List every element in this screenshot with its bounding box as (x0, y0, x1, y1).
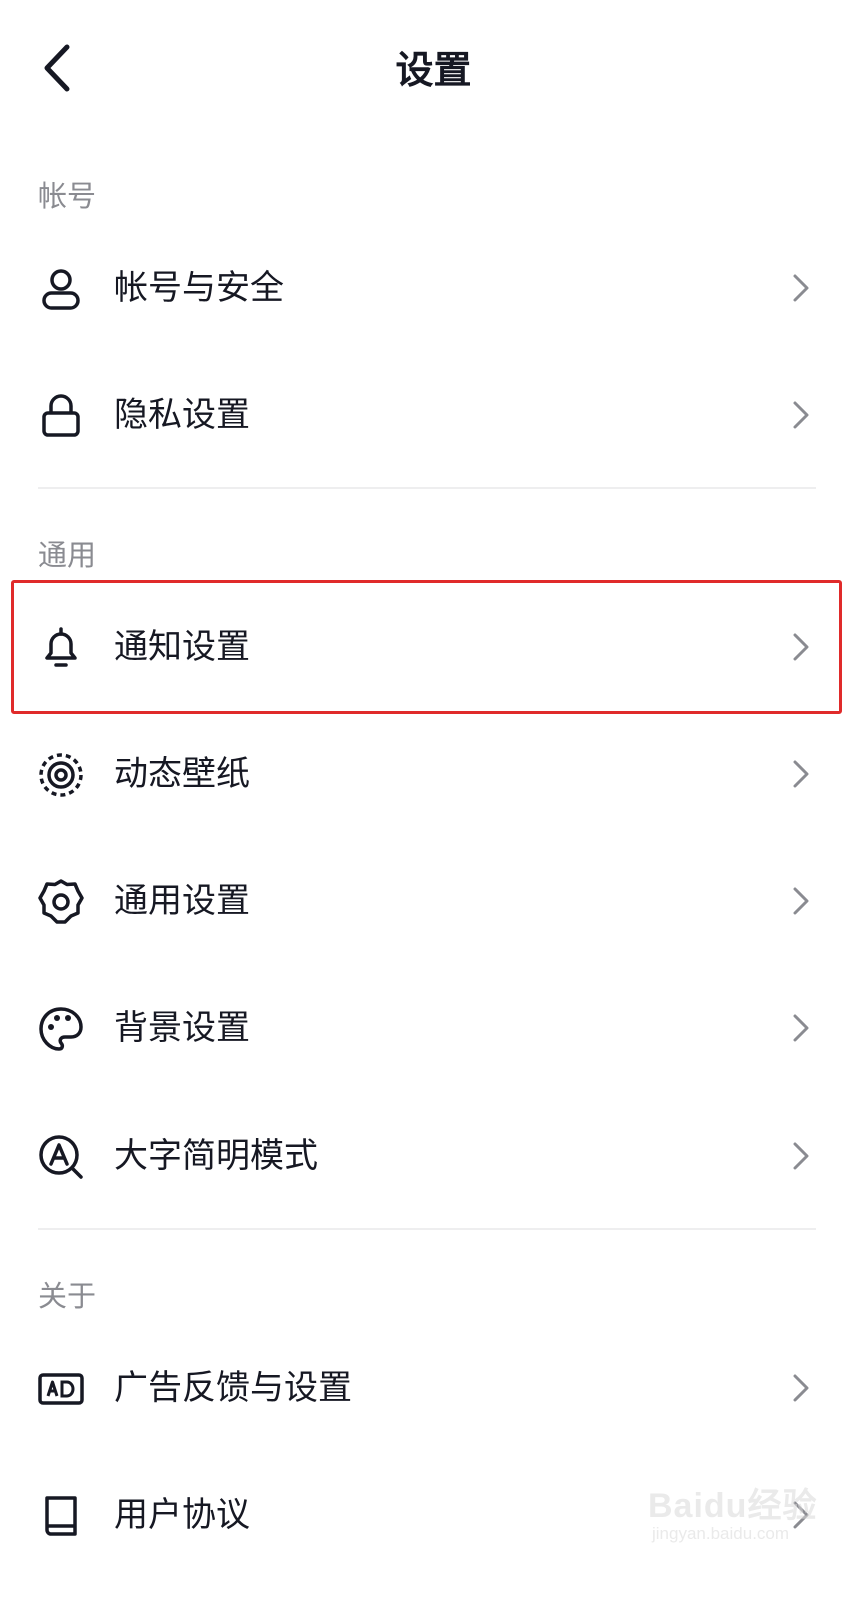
gear-icon (36, 877, 86, 927)
settings-item-account-security[interactable]: 帐号与安全 (0, 224, 867, 352)
large-font-icon (36, 1132, 86, 1182)
settings-item-large-font-mode[interactable]: 大字简明模式 (0, 1092, 867, 1220)
settings-item-label: 隐私设置 (114, 395, 250, 435)
watermark: Baidu经验 jingyan.baidu.com (648, 1478, 848, 1558)
chevron-right-icon (785, 272, 817, 304)
section-label-about: 关于 (38, 1279, 97, 1313)
book-icon (36, 1491, 86, 1541)
chevron-right-icon (785, 885, 817, 917)
chevron-right-icon (785, 758, 817, 790)
chevron-right-icon (785, 1140, 817, 1172)
chevron-right-icon (785, 1012, 817, 1044)
settings-item-privacy[interactable]: 隐私设置 (0, 351, 867, 479)
section-label-general: 通用 (38, 538, 97, 572)
chevron-right-icon (785, 631, 817, 663)
section-divider (38, 487, 816, 489)
settings-item-label: 广告反馈与设置 (114, 1368, 352, 1408)
bell-icon (36, 623, 86, 673)
target-icon (36, 750, 86, 800)
settings-item-label: 动态壁纸 (114, 754, 250, 794)
user-icon (36, 264, 86, 314)
settings-item-background[interactable]: 背景设置 (0, 964, 867, 1092)
section-label-account: 帐号 (38, 179, 97, 213)
palette-icon (36, 1004, 86, 1054)
settings-item-live-wallpaper[interactable]: 动态壁纸 (0, 710, 867, 838)
settings-item-notifications[interactable]: 通知设置 (0, 583, 867, 711)
settings-item-label: 大字简明模式 (114, 1136, 318, 1176)
settings-item-general[interactable]: 通用设置 (0, 837, 867, 965)
settings-item-label: 帐号与安全 (114, 268, 284, 308)
section-divider (38, 1228, 816, 1230)
settings-item-label: 背景设置 (114, 1008, 250, 1048)
settings-item-ad-feedback[interactable]: 广告反馈与设置 (0, 1324, 867, 1452)
lock-icon (36, 391, 86, 441)
settings-item-label: 通用设置 (114, 881, 250, 921)
settings-item-label: 用户协议 (114, 1495, 250, 1535)
ad-icon (36, 1364, 86, 1414)
header: 设置 (0, 0, 867, 140)
watermark-url: jingyan.baidu.com (652, 1524, 790, 1543)
chevron-right-icon (785, 1372, 817, 1404)
settings-item-label: 通知设置 (114, 627, 250, 667)
page-title: 设置 (395, 48, 472, 92)
chevron-right-icon (785, 399, 817, 431)
watermark-logo: Baidu经验 (648, 1487, 818, 1525)
